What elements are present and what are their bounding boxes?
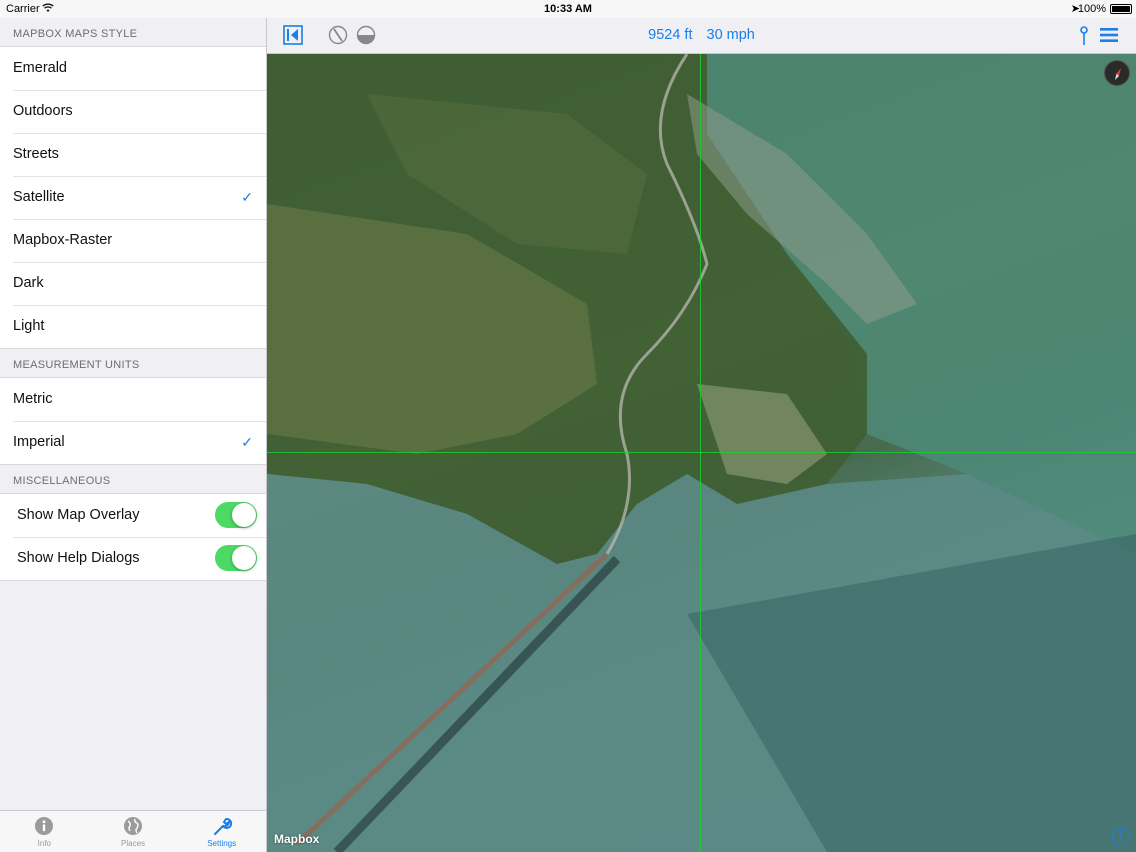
checkmark-icon: ✓	[241, 189, 253, 205]
section-header-map-style: MAPBOX MAPS STYLE	[13, 28, 138, 40]
battery-icon	[1110, 4, 1132, 14]
pin-icon[interactable]	[1078, 26, 1090, 51]
map-terrain	[267, 54, 1136, 852]
map-toolbar: 9524 ft 30 mph	[267, 18, 1136, 54]
row-label: Show Help Dialogs	[17, 550, 140, 566]
tab-label: Settings	[207, 839, 237, 848]
section-header-units: MEASUREMENT UNITS	[13, 359, 140, 371]
clock: 10:33 AM	[544, 3, 592, 15]
show-map-overlay-toggle[interactable]	[215, 502, 257, 528]
checkmark-icon: ✓	[241, 434, 253, 450]
compass-icon[interactable]	[1104, 60, 1130, 86]
map-style-outdoors[interactable]: Outdoors	[0, 90, 266, 133]
info-icon[interactable]: i	[1112, 828, 1130, 846]
row-label: Imperial	[13, 434, 65, 450]
map-style-streets[interactable]: Streets	[0, 133, 266, 176]
crosshair-vertical	[700, 54, 701, 852]
altitude-speed-readout: 9524 ft 30 mph	[267, 27, 1136, 43]
row-label: Light	[13, 318, 45, 334]
units-metric[interactable]: Metric	[0, 378, 266, 421]
altitude-value: 9524 ft	[648, 27, 693, 43]
tab-info[interactable]: Info	[0, 811, 89, 852]
map-style-dark[interactable]: Dark	[0, 262, 266, 305]
row-label: Show Map Overlay	[17, 507, 140, 523]
map-style-satellite[interactable]: Satellite ✓	[0, 176, 266, 219]
row-label: Satellite	[13, 189, 65, 205]
info-icon	[33, 815, 55, 837]
map-style-mapbox-raster[interactable]: Mapbox-Raster	[0, 219, 266, 262]
show-map-overlay-row: Show Map Overlay	[0, 494, 266, 537]
show-help-dialogs-row: Show Help Dialogs	[0, 537, 266, 580]
row-label: Mapbox-Raster	[13, 232, 113, 248]
wrench-icon	[211, 815, 233, 837]
map-style-emerald[interactable]: Emerald	[0, 47, 266, 90]
mapbox-attribution[interactable]: Mapbox	[274, 832, 319, 846]
satellite-map[interactable]: Mapbox i	[267, 54, 1136, 852]
map-style-light[interactable]: Light	[0, 305, 266, 348]
tab-bar: Info Places Settings	[0, 810, 266, 852]
settings-sidebar: MAPBOX MAPS STYLE Emerald Outdoors Stree…	[0, 18, 267, 852]
tab-label: Info	[37, 839, 51, 848]
battery-percent: 100%	[1077, 3, 1106, 15]
section-header-misc: MISCELLANEOUS	[13, 475, 111, 487]
row-label: Streets	[13, 146, 59, 162]
show-help-dialogs-toggle[interactable]	[215, 545, 257, 571]
row-label: Emerald	[13, 60, 67, 76]
tab-places[interactable]: Places	[89, 811, 178, 852]
status-bar: Carrier 10:33 AM ➤ 100%	[0, 0, 1136, 18]
units-imperial[interactable]: Imperial ✓	[0, 421, 266, 464]
crosshair-horizontal	[267, 452, 1136, 453]
menu-icon[interactable]	[1100, 27, 1118, 48]
tab-settings[interactable]: Settings	[177, 811, 266, 852]
map-style-list: Emerald Outdoors Streets Satellite ✓ Mapb…	[0, 46, 266, 349]
row-label: Metric	[13, 391, 53, 407]
globe-icon	[122, 815, 144, 837]
row-label: Dark	[13, 275, 44, 291]
units-list: Metric Imperial ✓	[0, 377, 266, 465]
row-label: Outdoors	[13, 103, 73, 119]
tab-label: Places	[121, 839, 146, 848]
misc-list: Show Map Overlay Show Help Dialogs	[0, 493, 266, 581]
speed-value: 30 mph	[706, 27, 755, 43]
